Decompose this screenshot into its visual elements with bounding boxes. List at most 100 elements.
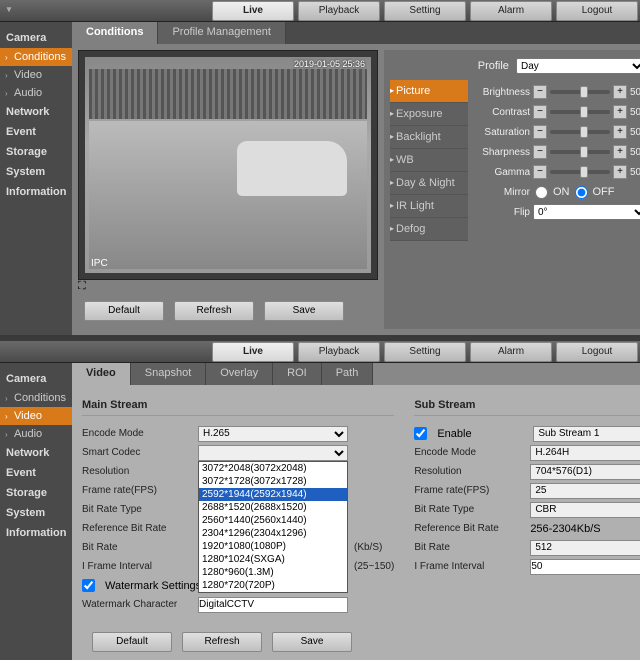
sidebar: ▼Camera ›Conditions ›Video ›Audio Networ… xyxy=(0,22,72,335)
nav-setting[interactable]: Setting xyxy=(384,1,466,21)
nav2-alarm[interactable]: Alarm xyxy=(470,342,552,362)
sidebar2-storage[interactable]: Storage xyxy=(0,483,72,503)
save-button[interactable]: Save xyxy=(264,301,344,321)
sharpness-minus[interactable]: − xyxy=(533,145,547,159)
tab-roi[interactable]: ROI xyxy=(273,363,322,385)
enable-checkbox[interactable] xyxy=(414,427,427,440)
watermark-checkbox[interactable] xyxy=(82,579,95,592)
sidebar2-conditions[interactable]: ›Conditions xyxy=(0,389,72,407)
substream-select[interactable]: Sub Stream 1 xyxy=(533,426,640,442)
brightness-minus[interactable]: − xyxy=(533,85,547,99)
nav-logout[interactable]: Logout xyxy=(556,1,638,21)
sidebar2-system[interactable]: System xyxy=(0,503,72,523)
sidebar-video[interactable]: ›Video xyxy=(0,66,72,84)
chevron-right-icon: › xyxy=(5,53,8,62)
sidebar2-audio[interactable]: ›Audio xyxy=(0,425,72,443)
mirror-off-radio[interactable] xyxy=(575,186,588,199)
default-button[interactable]: Default xyxy=(84,301,164,321)
sub-fps-select[interactable]: 25 xyxy=(530,483,640,499)
sidebar2-network[interactable]: Network xyxy=(0,443,72,463)
sidebar-network[interactable]: Network xyxy=(0,102,72,122)
resolution-select[interactable] xyxy=(198,445,348,461)
contrast-plus[interactable]: + xyxy=(613,105,627,119)
flip-select[interactable]: 0° xyxy=(533,204,640,220)
sidebar-event[interactable]: Event xyxy=(0,122,72,142)
chevron-right-icon: › xyxy=(5,89,8,98)
save-button-2[interactable]: Save xyxy=(272,632,352,652)
tab-path[interactable]: Path xyxy=(322,363,374,385)
saturation-label: Saturation xyxy=(474,127,530,138)
submenu-backlight[interactable]: ▸Backlight xyxy=(390,126,468,149)
main-area-2: Video Snapshot Overlay ROI Path Main Str… xyxy=(72,363,640,660)
sidebar-audio[interactable]: ›Audio xyxy=(0,84,72,102)
submenu-picture[interactable]: ▸Picture xyxy=(390,80,468,103)
sub-brtype-select[interactable]: CBR xyxy=(530,502,640,518)
sub-br-select[interactable]: 512 xyxy=(530,540,640,556)
sharpness-plus[interactable]: + xyxy=(613,145,627,159)
nav-live[interactable]: Live xyxy=(212,1,294,21)
gamma-minus[interactable]: − xyxy=(533,165,547,179)
res-opt[interactable]: 2560*1440(2560x1440) xyxy=(199,514,347,527)
tab-profile-management[interactable]: Profile Management xyxy=(158,22,285,44)
mirror-on-radio[interactable] xyxy=(535,186,548,199)
nav-alarm[interactable]: Alarm xyxy=(470,1,552,21)
saturation-minus[interactable]: − xyxy=(533,125,547,139)
tab-overlay[interactable]: Overlay xyxy=(206,363,273,385)
nav2-setting[interactable]: Setting xyxy=(384,342,466,362)
nav2-playback[interactable]: Playback xyxy=(298,342,380,362)
nav2-logout[interactable]: Logout xyxy=(556,342,638,362)
sub-resolution-select[interactable]: 704*576(D1) xyxy=(530,464,640,480)
tab-conditions[interactable]: Conditions xyxy=(72,22,158,44)
contrast-minus[interactable]: − xyxy=(533,105,547,119)
brightness-plus[interactable]: + xyxy=(613,85,627,99)
sidebar-camera[interactable]: ▼Camera xyxy=(0,28,72,48)
fullscreen-icon[interactable]: ⛶ xyxy=(78,280,378,293)
video-panel: Live Playback Setting Alarm Logout ▼Came… xyxy=(0,341,640,660)
res-opt[interactable]: 2592*1944(2592x1944) xyxy=(199,488,347,501)
sidebar2-video[interactable]: ›Video xyxy=(0,407,72,425)
saturation-plus[interactable]: + xyxy=(613,125,627,139)
res-opt[interactable]: 1920*1080(1080P) xyxy=(199,540,347,553)
tab-video[interactable]: Video xyxy=(72,363,131,385)
sidebar-information[interactable]: Information xyxy=(0,182,72,202)
resolution-dropdown-list: 3072*2048(3072x2048) 3072*1728(3072x1728… xyxy=(198,461,348,593)
res-opt[interactable]: 1280*1024(SXGA) xyxy=(199,553,347,566)
sharpness-slider[interactable] xyxy=(550,150,610,154)
nav2-live[interactable]: Live xyxy=(212,342,294,362)
submenu-daynight[interactable]: ▸Day & Night xyxy=(390,172,468,195)
gamma-slider[interactable] xyxy=(550,170,610,174)
saturation-slider[interactable] xyxy=(550,130,610,134)
res-opt[interactable]: 1280*960(1.3M) xyxy=(199,566,347,579)
sub-encode-select[interactable]: H.264H xyxy=(530,445,640,461)
refresh-button[interactable]: Refresh xyxy=(174,301,254,321)
sidebar-conditions[interactable]: ›Conditions xyxy=(0,48,72,66)
sub-iframe-input[interactable] xyxy=(530,559,640,575)
res-opt[interactable]: 3072*1728(3072x1728) xyxy=(199,475,347,488)
gamma-plus[interactable]: + xyxy=(613,165,627,179)
encode-mode-select[interactable]: H.265 xyxy=(198,426,348,442)
sidebar-storage[interactable]: Storage xyxy=(0,142,72,162)
top-nav-2: Live Playback Setting Alarm Logout xyxy=(0,341,640,363)
res-opt[interactable]: 1280*720(720P) xyxy=(199,579,347,592)
submenu-wb[interactable]: ▸WB xyxy=(390,149,468,172)
sidebar2-camera[interactable]: ▼Camera xyxy=(0,369,72,389)
nav-playback[interactable]: Playback xyxy=(298,1,380,21)
saturation-value: 50 xyxy=(630,127,640,138)
sidebar2-information[interactable]: Information xyxy=(0,523,72,543)
default-button-2[interactable]: Default xyxy=(92,632,172,652)
sidebar-system[interactable]: System xyxy=(0,162,72,182)
tab-snapshot[interactable]: Snapshot xyxy=(131,363,206,385)
brightness-slider[interactable] xyxy=(550,90,610,94)
refresh-button-2[interactable]: Refresh xyxy=(182,632,262,652)
res-opt[interactable]: 3072*2048(3072x2048) xyxy=(199,462,347,475)
watermark-char-input[interactable] xyxy=(198,597,348,613)
video-timestamp: 2019-01-05 25:36 xyxy=(294,59,365,69)
contrast-slider[interactable] xyxy=(550,110,610,114)
sidebar2-event[interactable]: Event xyxy=(0,463,72,483)
submenu-exposure[interactable]: ▸Exposure xyxy=(390,103,468,126)
submenu-defog[interactable]: ▸Defog xyxy=(390,218,468,241)
res-opt[interactable]: 2688*1520(2688x1520) xyxy=(199,501,347,514)
submenu-irlight[interactable]: ▸IR Light xyxy=(390,195,468,218)
profile-select[interactable]: Day xyxy=(516,58,640,74)
res-opt[interactable]: 2304*1296(2304x1296) xyxy=(199,527,347,540)
